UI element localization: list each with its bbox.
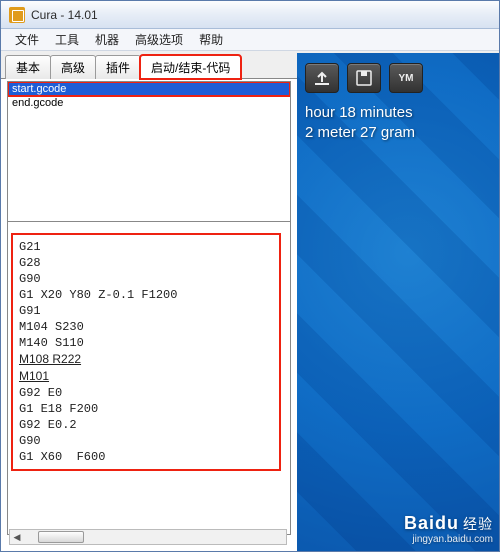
3d-viewport[interactable]: YM hour 18 minutes 2 meter 27 gram [297,53,499,551]
file-start-gcode[interactable]: start.gcode [8,82,290,96]
scroll-left-icon[interactable]: ◀ [10,530,24,544]
file-end-gcode[interactable]: end.gcode [8,96,290,110]
watermark-brand: Baidu [404,513,459,534]
tab-start-end-gcode[interactable]: 启动/结束-代码 [140,55,241,79]
save-gcode-button[interactable] [347,63,381,93]
hscrollbar[interactable]: ◀ [9,529,287,545]
tab-plugins[interactable]: 插件 [95,55,141,79]
menu-advanced[interactable]: 高级选项 [127,29,191,50]
menu-tools[interactable]: 工具 [47,29,87,50]
app-window: Cura - 14.01 文件 工具 机器 高级选项 帮助 基本 高级 插件 启… [0,0,500,552]
window-title: Cura - 14.01 [31,8,98,22]
print-material: 2 meter 27 gram [305,123,491,143]
scroll-thumb[interactable] [38,531,84,543]
viewport-toolbar: YM [297,53,499,103]
watermark-url: jingyan.baidu.com [404,534,493,545]
ym-button[interactable]: YM [389,63,423,93]
gcode-file-list[interactable]: start.gcode end.gcode [8,82,290,222]
print-time: hour 18 minutes [305,103,491,123]
load-model-button[interactable] [305,63,339,93]
watermark-cn: 经验 [463,514,493,534]
print-stats: hour 18 minutes 2 meter 27 gram [297,103,499,143]
tab-advanced[interactable]: 高级 [50,55,96,79]
tab-basic[interactable]: 基本 [5,55,51,79]
app-icon [9,7,25,23]
gcode-editor-wrap: G21 G28 G90 G1 X20 Y80 Z-0.1 F1200 G91 M… [11,233,281,471]
watermark: Baidu 经验 jingyan.baidu.com [404,513,493,545]
titlebar: Cura - 14.01 [1,1,499,29]
menu-file[interactable]: 文件 [7,29,47,50]
menubar: 文件 工具 机器 高级选项 帮助 [1,29,499,51]
menu-machine[interactable]: 机器 [87,29,127,50]
menu-help[interactable]: 帮助 [191,29,231,50]
gcode-editor[interactable]: G21 G28 G90 G1 X20 Y80 Z-0.1 F1200 G91 M… [19,239,273,465]
